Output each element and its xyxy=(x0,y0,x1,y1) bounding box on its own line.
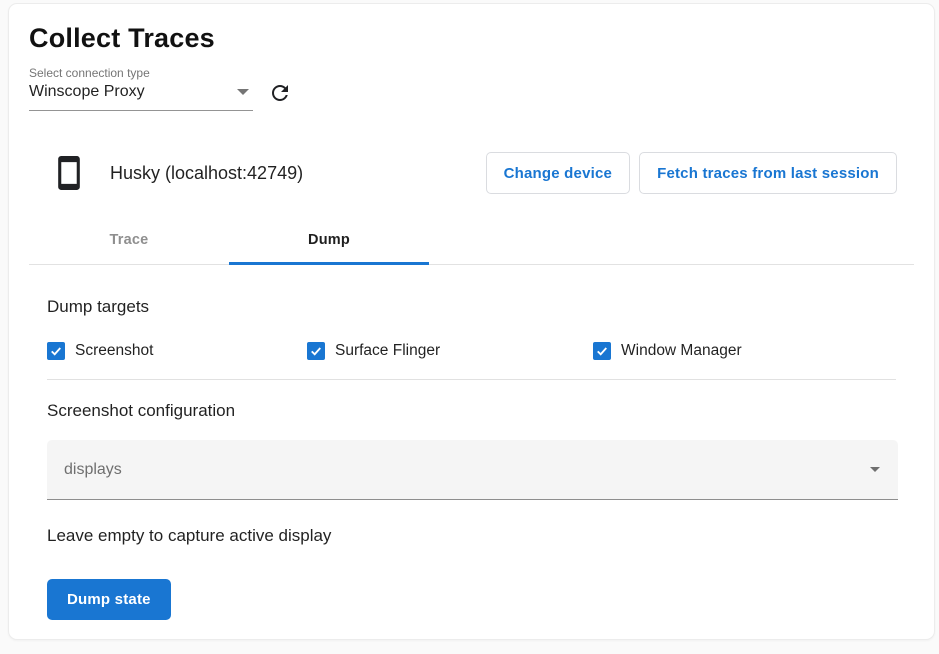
displays-hint: Leave empty to capture active display xyxy=(47,526,896,546)
tab-bar: Trace Dump xyxy=(29,215,914,265)
checkbox-window-manager[interactable]: Window Manager xyxy=(593,342,742,360)
checkbox-box[interactable] xyxy=(47,342,65,360)
fetch-traces-button[interactable]: Fetch traces from last session xyxy=(639,152,897,194)
collect-traces-card: Collect Traces Select connection type Wi… xyxy=(8,3,935,640)
checkbox-label: Screenshot xyxy=(75,342,153,360)
checkmark-icon xyxy=(595,344,609,358)
smartphone-icon xyxy=(58,156,80,190)
dropdown-arrow-icon xyxy=(870,467,880,472)
displays-select[interactable]: displays xyxy=(47,440,898,500)
dropdown-arrow-icon xyxy=(237,89,249,95)
connection-row: Select connection type Winscope Proxy xyxy=(29,65,914,111)
dump-section: Dump targets Screenshot Surface Flinger xyxy=(9,296,934,620)
checkbox-screenshot[interactable]: Screenshot xyxy=(47,342,307,360)
device-row: Husky (localhost:42749) Change device Fe… xyxy=(9,149,934,197)
tab-dump[interactable]: Dump xyxy=(229,215,429,264)
checkbox-surface-flinger[interactable]: Surface Flinger xyxy=(307,342,593,360)
checkmark-icon xyxy=(309,344,323,358)
checkbox-box[interactable] xyxy=(593,342,611,360)
device-name: Husky (localhost:42749) xyxy=(110,163,303,184)
screenshot-config-heading: Screenshot configuration xyxy=(47,400,896,422)
connection-type-value: Winscope Proxy xyxy=(29,83,145,101)
dump-state-button[interactable]: Dump state xyxy=(47,579,171,620)
connection-type-select[interactable]: Select connection type Winscope Proxy xyxy=(29,65,253,111)
refresh-icon xyxy=(268,81,292,105)
change-device-button[interactable]: Change device xyxy=(486,152,630,194)
displays-select-value: displays xyxy=(64,461,870,479)
page-title: Collect Traces xyxy=(29,21,914,55)
refresh-connection-button[interactable] xyxy=(267,80,293,106)
connection-type-value-row[interactable]: Winscope Proxy xyxy=(29,81,253,111)
checkbox-label: Window Manager xyxy=(621,342,742,360)
dump-targets-heading: Dump targets xyxy=(47,296,896,318)
dump-targets-row: Screenshot Surface Flinger Window Manage… xyxy=(47,342,896,360)
active-tab-indicator xyxy=(229,262,429,265)
tab-trace[interactable]: Trace xyxy=(29,215,229,264)
connection-type-label: Select connection type xyxy=(29,65,253,81)
checkbox-label: Surface Flinger xyxy=(335,342,440,360)
header: Collect Traces Select connection type Wi… xyxy=(9,4,934,111)
checkbox-box[interactable] xyxy=(307,342,325,360)
section-divider xyxy=(47,379,896,380)
checkmark-icon xyxy=(49,344,63,358)
